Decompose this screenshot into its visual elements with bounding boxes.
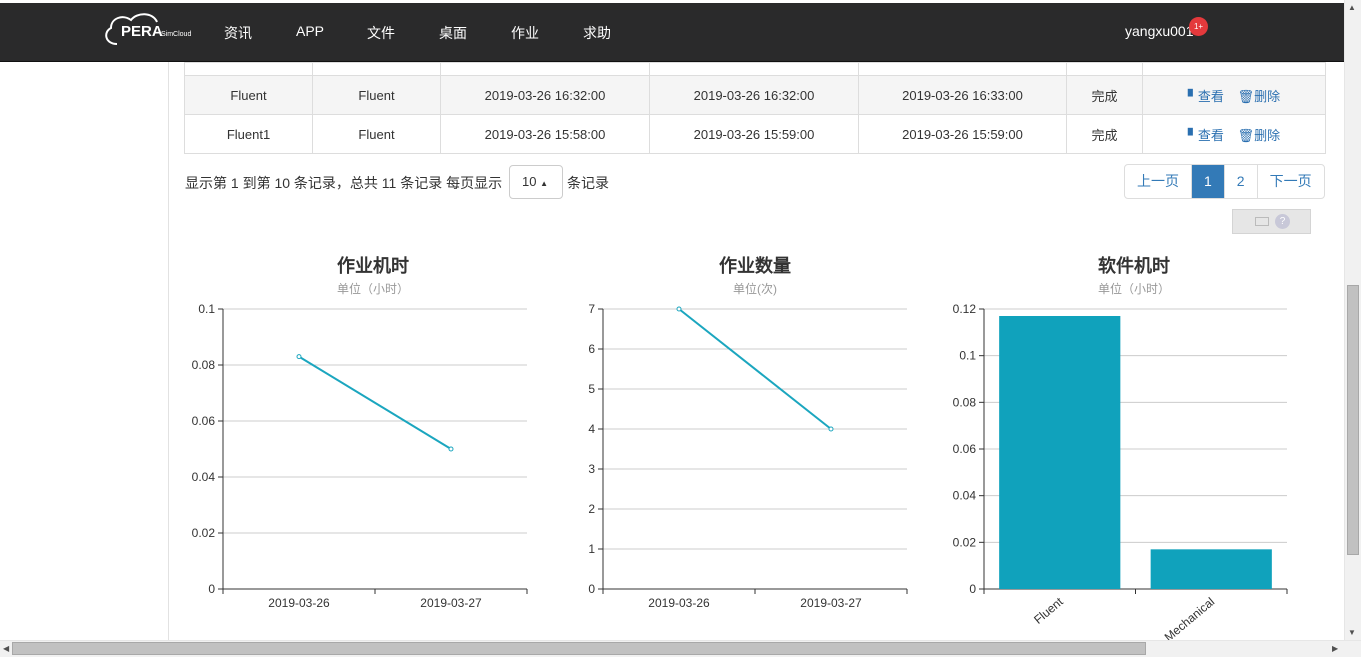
y-tick-label: 7 (588, 302, 595, 316)
y-tick-label: 4 (588, 422, 595, 436)
y-tick-label: 0.1 (959, 349, 976, 363)
y-tick-label: 0.08 (953, 395, 977, 409)
y-tick-label: 0.04 (192, 470, 216, 484)
y-tick-label: 0 (208, 582, 215, 596)
vertical-scrollbar-thumb[interactable] (1347, 285, 1359, 555)
scroll-up-arrow[interactable]: ▲ (1348, 3, 1356, 12)
y-tick-label: 0.12 (953, 302, 977, 316)
y-tick-label: 0 (588, 582, 595, 596)
x-tick-label: Fluent (1031, 594, 1066, 627)
y-tick-label: 0.06 (192, 414, 216, 428)
x-tick-label: 2019-03-27 (420, 596, 482, 610)
x-tick-label: 2019-03-27 (800, 596, 862, 610)
data-point (828, 426, 834, 432)
y-tick-label: 0.02 (953, 535, 977, 549)
y-tick-label: 3 (588, 462, 595, 476)
data-point (676, 306, 682, 312)
job-hours-line-chart: 0 0.02 0.04 0.06 0.08 0.1 2019-03-26 2019-03-27… (192, 302, 1288, 640)
x-tick-label: 2019-03-26 (648, 596, 710, 610)
scroll-down-arrow[interactable]: ▼ (1348, 628, 1356, 637)
horizontal-scrollbar-thumb[interactable] (12, 642, 1146, 655)
series-line (298, 355, 452, 450)
scroll-right-arrow[interactable]: ▶ (1332, 644, 1338, 653)
y-tick-label: 0.02 (192, 526, 216, 540)
y-tick-label: 2 (588, 502, 595, 516)
y-tick-label: 1 (588, 542, 595, 556)
y-tick-label: 6 (588, 342, 595, 356)
bar (999, 316, 1121, 589)
y-tick-label: 0.1 (198, 302, 215, 316)
data-point (448, 446, 454, 452)
scroll-left-arrow[interactable]: ◀ (3, 644, 9, 653)
series-line (678, 308, 832, 430)
y-tick-label: 0 (969, 582, 976, 596)
y-tick-label: 0.08 (192, 358, 216, 372)
bar (1150, 549, 1272, 589)
y-tick-label: 5 (588, 382, 595, 396)
y-tick-label: 0.04 (953, 489, 977, 503)
data-point (296, 354, 302, 360)
x-tick-label: Mechanical (1162, 595, 1218, 640)
x-tick-label: 2019-03-26 (268, 596, 330, 610)
y-tick-label: 0.06 (953, 442, 977, 456)
